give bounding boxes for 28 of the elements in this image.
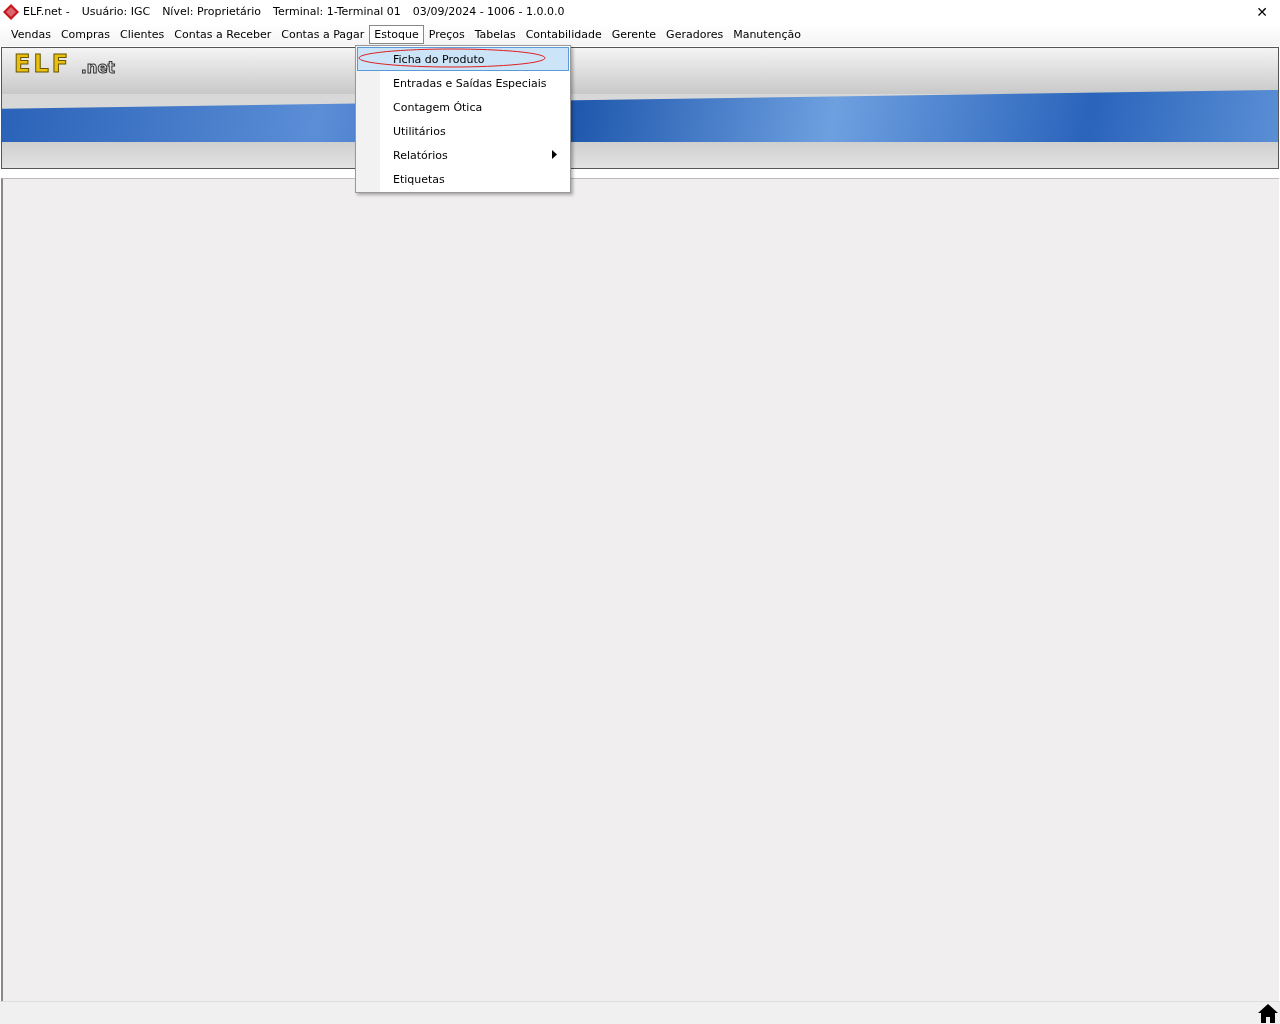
title-text: 03/09/2024 - 1006 - 1.0.0.0 bbox=[412, 5, 565, 18]
menu-item[interactable]: Contabilidade bbox=[520, 25, 607, 44]
dropdown-menu-item[interactable]: Entradas e Saídas Especiais bbox=[357, 71, 569, 95]
menu-item[interactable]: Compras bbox=[55, 25, 115, 44]
menu-item[interactable]: Clientes bbox=[115, 25, 170, 44]
menu-item[interactable]: Contas a Pagar bbox=[276, 25, 370, 44]
title-text: Nível: Proprietário bbox=[162, 5, 262, 18]
app-logo-icon bbox=[3, 3, 19, 20]
close-button[interactable]: ✕ bbox=[1252, 3, 1272, 20]
title-text: Usuário: IGC bbox=[81, 5, 151, 18]
home-icon[interactable] bbox=[1258, 1003, 1278, 1023]
logo-suffix: .net bbox=[81, 59, 115, 77]
menu-item[interactable]: Vendas bbox=[6, 25, 56, 44]
menu-item[interactable]: Gerente bbox=[606, 25, 662, 44]
menu-item[interactable]: Geradores bbox=[661, 25, 729, 44]
dropdown-menu-item[interactable]: Utilitários bbox=[357, 119, 569, 143]
title-text: Terminal: 1-Terminal 01 bbox=[273, 5, 401, 18]
title-text: ELF.net - bbox=[23, 5, 70, 18]
menu-item[interactable]: Estoque bbox=[369, 25, 424, 44]
menu-item[interactable]: Contas a Receber bbox=[169, 25, 277, 44]
dropdown-menu-item[interactable]: Ficha do Produto bbox=[357, 47, 569, 71]
logo-text: ELF bbox=[14, 51, 72, 77]
menu-item[interactable]: Tabelas bbox=[469, 25, 521, 44]
dropdown-menu-item[interactable]: Relatórios bbox=[357, 143, 569, 167]
menu-item[interactable]: Manutenção bbox=[728, 25, 806, 44]
dropdown-menu-item[interactable]: Etiquetas bbox=[357, 167, 569, 191]
menu-item[interactable]: Preços bbox=[423, 25, 470, 44]
dropdown-menu-item[interactable]: Contagem Ótica bbox=[357, 95, 569, 119]
